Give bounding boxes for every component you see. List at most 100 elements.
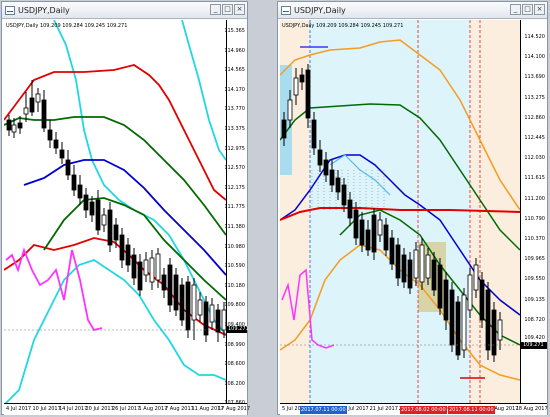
left-price-label: 110.180 xyxy=(224,282,245,289)
candle-body xyxy=(305,69,311,119)
close-icon[interactable]: × xyxy=(234,4,245,15)
left-date-label: 7 Aug 2017 xyxy=(165,406,194,412)
left-chart-titlebar[interactable]: USDJPY,Daily _ □ × xyxy=(2,2,247,19)
right-chart-window[interactable]: USDJPY,Daily _ □ × USDJPY,Daily 109.209 … xyxy=(277,1,548,415)
chart-window-icon xyxy=(281,5,291,15)
left-price-label: 114.565 xyxy=(224,67,245,74)
candle-body xyxy=(29,97,35,113)
bb-upper-1-line xyxy=(4,116,226,236)
maximize-icon[interactable]: □ xyxy=(522,4,533,15)
candle-body xyxy=(35,93,41,103)
candle-body xyxy=(311,119,317,149)
left-date-label: 20 Jul 2017 xyxy=(85,406,114,412)
candle-body xyxy=(389,237,395,265)
candle-body xyxy=(95,199,101,231)
left-date-label: 26 Jul 2017 xyxy=(112,406,141,412)
candle-body xyxy=(401,254,407,283)
left-price-label: 112.570 xyxy=(224,165,245,172)
candle-body xyxy=(137,261,143,291)
time-marker-tag[interactable]: 2017.07.11 00:00 xyxy=(300,406,347,414)
time-marker-tag[interactable]: 2017.08.11 00:00 xyxy=(448,406,495,414)
right-current-price-tag: 109.271 xyxy=(521,342,547,349)
candle-body xyxy=(11,124,17,133)
candle-body xyxy=(329,169,335,186)
candle-body xyxy=(143,259,149,276)
right-chart-svg xyxy=(280,20,520,403)
candle-body xyxy=(365,229,371,251)
bb-lower-1-line xyxy=(43,197,226,301)
candle-body xyxy=(449,289,455,346)
left-date-label: 10 Jul 2017 xyxy=(32,406,61,412)
time-marker-tag[interactable]: 2017.08.02 00:00 xyxy=(400,406,447,414)
candle-body xyxy=(473,264,479,291)
left-date-label: 1 Aug 2017 xyxy=(138,406,168,412)
candle-body xyxy=(407,259,413,289)
right-price-label: 111.615 xyxy=(524,175,545,182)
candle-body xyxy=(425,254,431,279)
candle-body xyxy=(119,234,125,261)
left-price-label: 108.600 xyxy=(224,361,245,368)
close-icon[interactable]: × xyxy=(534,4,545,15)
left-price-label: 113.770 xyxy=(224,106,245,113)
candle-body xyxy=(395,244,401,279)
candle-body xyxy=(155,253,161,281)
left-chart-window[interactable]: USDJPY,Daily _ □ × USDJPY,Daily 109.209 … xyxy=(1,1,250,415)
candle-body xyxy=(317,149,323,166)
candle-body xyxy=(413,249,419,279)
candle-body xyxy=(17,122,23,129)
candle-body xyxy=(341,184,347,206)
right-price-label: 109.135 xyxy=(524,296,545,303)
right-price-label: 114.100 xyxy=(524,54,545,61)
left-plot-area[interactable]: USDJPY,Daily 109.209 109.284 109.245 109… xyxy=(4,20,226,403)
left-price-label: 114.170 xyxy=(224,86,245,93)
candle-body xyxy=(497,319,503,341)
right-price-label: 110.370 xyxy=(524,236,545,242)
right-price-label: 109.420 xyxy=(524,335,545,341)
left-price-label: 112.175 xyxy=(224,184,245,191)
middle-band-line xyxy=(23,159,226,276)
right-time-axis[interactable]: 5 Jul 201711 Jul 201717 Jul 201721 Jul 2… xyxy=(280,403,548,415)
right-chart-titlebar[interactable]: USDJPY,Daily _ □ × xyxy=(278,2,547,19)
candle-body xyxy=(485,289,491,351)
minimize-icon[interactable]: _ xyxy=(510,4,521,15)
candle-body xyxy=(443,279,449,321)
candle-body xyxy=(83,194,89,211)
right-price-label: 113.690 xyxy=(524,74,545,81)
candle-body xyxy=(53,139,59,149)
candle-body xyxy=(371,214,377,253)
left-chart-title: USDJPY,Daily xyxy=(18,5,70,15)
candle-body xyxy=(77,184,83,199)
right-plot-area[interactable]: USDJPY,Daily 109.209 109.284 109.245 109… xyxy=(280,20,520,403)
right-price-axis[interactable]: 114.520 114.100 113.690 113.275 112.860 112.4… xyxy=(520,20,547,403)
candle-body xyxy=(323,159,329,176)
minimize-icon[interactable]: _ xyxy=(210,4,221,15)
candle-body xyxy=(209,304,215,323)
candle-body xyxy=(287,99,293,121)
left-price-label: 111.775 xyxy=(224,204,245,211)
candle-body xyxy=(383,224,389,251)
left-symbol-info: USDJPY,Daily 109.209 109.284 109.245 109… xyxy=(6,23,128,29)
left-price-label: 108.990 xyxy=(224,341,245,348)
right-price-label: 112.445 xyxy=(524,135,545,141)
left-price-label: 111.380 xyxy=(224,224,245,230)
candle-body xyxy=(113,224,119,241)
left-price-label: 109.800 xyxy=(224,302,245,309)
left-date-label: 14 Jul 2017 xyxy=(59,406,88,412)
candle-body xyxy=(173,274,179,311)
left-current-price-tag: 109.271 xyxy=(226,326,249,333)
candle-body xyxy=(47,129,53,141)
candle-body xyxy=(101,214,107,226)
right-price-label: 114.520 xyxy=(524,34,545,40)
maximize-icon[interactable]: □ xyxy=(222,4,233,15)
left-price-label: 113.375 xyxy=(224,126,245,132)
left-price-label: 115.365 xyxy=(224,28,245,34)
left-price-label: 114.960 xyxy=(224,47,245,54)
candle-body xyxy=(197,299,203,316)
candle-body xyxy=(59,149,65,159)
candle-body xyxy=(491,309,497,356)
left-price-axis[interactable]: 115.365 114.960 114.565 114.170 113.770 113.3… xyxy=(224,20,249,406)
right-price-label: 112.860 xyxy=(524,114,545,121)
right-price-label: 111.200 xyxy=(524,195,545,202)
left-time-axis[interactable]: 4 Jul 2017 10 Jul 2017 14 Jul 2017 20 Jul 2… xyxy=(4,403,250,415)
candle-body xyxy=(461,294,467,351)
